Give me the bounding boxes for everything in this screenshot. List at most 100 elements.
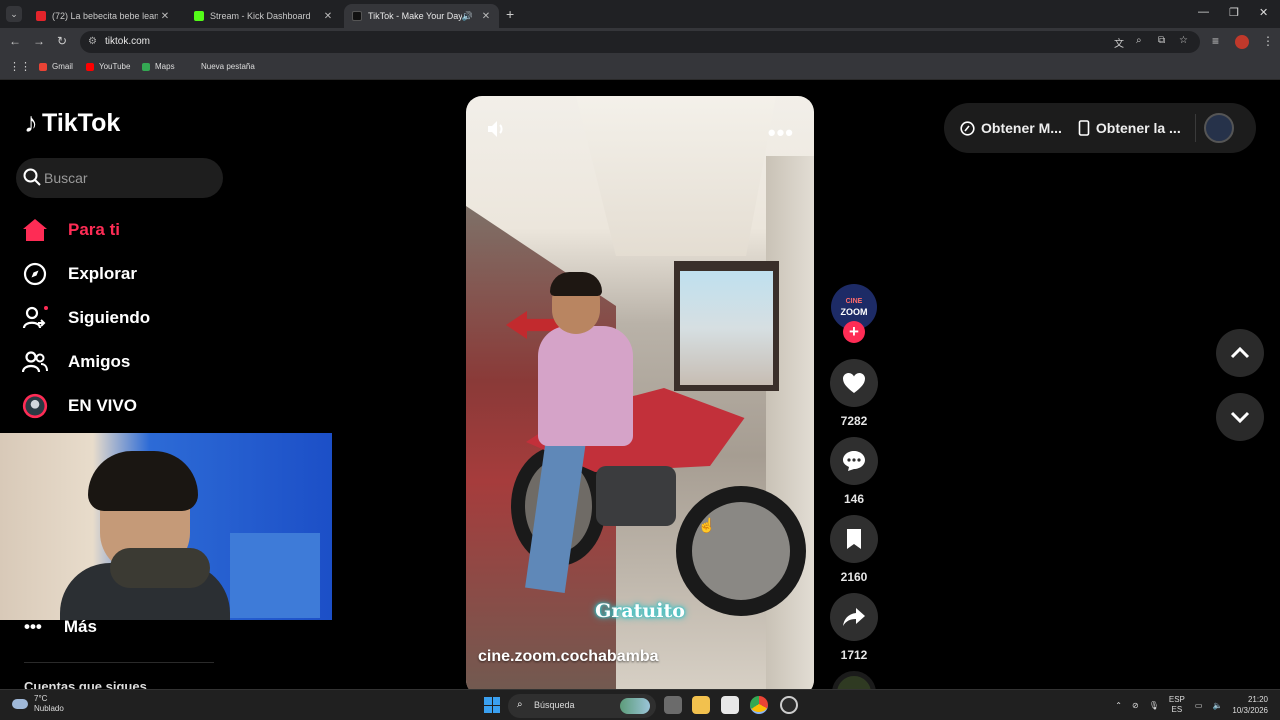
url-text: tiktok.com	[105, 36, 151, 47]
store-icon[interactable]	[721, 696, 739, 714]
media-control-icon[interactable]: ≡	[1212, 34, 1219, 48]
nav-label: Amigos	[68, 352, 131, 371]
bookmark-maps[interactable]: Maps	[142, 62, 175, 71]
search-input[interactable]: Buscar	[16, 158, 223, 198]
taskbar-search-placeholder: Búsqueda	[534, 700, 575, 710]
next-video-button[interactable]	[1216, 393, 1264, 441]
display-icon[interactable]: ▭	[1195, 701, 1203, 710]
avatar-text-line2: ZOOM	[840, 307, 868, 317]
profile-avatar-icon[interactable]	[1235, 35, 1249, 49]
music-disc-icon[interactable]	[832, 671, 876, 689]
like-button[interactable]	[830, 359, 878, 407]
network-off-icon[interactable]: ⊘	[1132, 701, 1139, 710]
install-app-icon[interactable]: ⧉	[1158, 35, 1165, 46]
close-tab-icon[interactable]: ✕	[321, 11, 335, 22]
video-scene-doorway	[674, 261, 779, 391]
clock[interactable]: 21:20 10/3/2026	[1232, 694, 1268, 716]
follow-plus-button[interactable]: +	[843, 321, 865, 343]
site-info-icon[interactable]: ⚙	[88, 36, 97, 47]
get-app-button[interactable]: Obtener la ...	[1062, 120, 1181, 136]
tiktok-note-icon: ♪	[24, 107, 38, 138]
tab-list-button[interactable]: ⌄	[6, 6, 22, 22]
video-scene-front-wheel	[676, 486, 806, 616]
following-accounts-heading: Cuentas que sigues	[24, 679, 147, 689]
nav-mas[interactable]: ••• Más	[24, 617, 97, 637]
weather-desc: Nublado	[34, 704, 64, 713]
video-scene-ceiling	[576, 96, 776, 256]
gmail-icon	[39, 62, 47, 71]
video-caption-overlay: Gratuito	[595, 600, 685, 622]
save-button[interactable]	[830, 515, 878, 563]
speaker-icon[interactable]: 🔈	[1212, 701, 1222, 710]
obs-icon[interactable]	[780, 696, 798, 714]
back-icon[interactable]: ←	[9, 34, 21, 48]
microphone-icon[interactable]: 🎙	[1149, 701, 1159, 710]
reload-icon[interactable]: ↻	[57, 34, 67, 48]
tiktok-favicon-icon	[352, 11, 362, 21]
new-tab-button[interactable]: +	[506, 6, 514, 22]
task-view-icon[interactable]	[664, 696, 682, 714]
webcam-overlay	[0, 433, 332, 620]
coin-icon	[960, 120, 975, 136]
heart-icon	[843, 373, 865, 393]
address-bar[interactable]: ⚙ tiktok.com 文 ⌕ ⧉ ☆	[80, 31, 1200, 53]
maximize-icon[interactable]: ❐	[1229, 6, 1239, 19]
bookmark-youtube[interactable]: YouTube	[86, 62, 130, 71]
browser-tab-3[interactable]: TikTok - Make Your Day 🔊 ✕	[344, 4, 499, 28]
divider	[1194, 114, 1196, 142]
video-more-options-icon[interactable]: •••	[768, 120, 794, 146]
following-icon	[22, 305, 48, 331]
get-coins-button[interactable]: Obtener M...	[944, 120, 1062, 136]
weather-widget[interactable]: 7°C Nublado	[12, 694, 64, 714]
bookmark-gmail[interactable]: Gmail	[39, 62, 73, 71]
windows-start-icon[interactable]	[484, 697, 500, 713]
profile-avatar[interactable]	[1203, 113, 1234, 143]
forward-icon[interactable]: →	[33, 34, 45, 48]
bookmark-star-icon[interactable]: ☆	[1179, 35, 1188, 46]
browser-tab-1[interactable]: (72) La bebecita bebe lean ; (Le ✕	[28, 4, 178, 28]
file-explorer-icon[interactable]	[692, 696, 710, 714]
share-button[interactable]	[830, 593, 878, 641]
nav-para-ti[interactable]: Para ti	[22, 215, 120, 245]
nav-en-vivo[interactable]: EN VIVO	[22, 391, 137, 421]
close-tab-icon[interactable]: ✕	[158, 11, 172, 22]
nav-explorar[interactable]: Explorar	[22, 259, 137, 289]
browser-tab-2[interactable]: Stream - Kick Dashboard ✕	[186, 4, 341, 28]
tiktok-logo[interactable]: ♪ TikTok	[24, 107, 120, 139]
nav-label: EN VIVO	[68, 396, 137, 415]
chevron-up-icon[interactable]: ⌃	[1115, 701, 1122, 710]
phone-icon	[1078, 120, 1090, 136]
video-player[interactable]: ••• Gratuito cine.zoom.cochabamba	[466, 96, 814, 689]
previous-video-button[interactable]	[1216, 329, 1264, 377]
tab-title: (72) La bebecita bebe lean ; (Le	[52, 11, 158, 21]
chrome-icon[interactable]	[750, 696, 768, 714]
volume-icon[interactable]	[486, 118, 508, 140]
search-placeholder: Buscar	[44, 170, 88, 186]
bookmark-label: Maps	[155, 62, 175, 71]
mouse-cursor-icon: ☝	[698, 517, 716, 533]
nav-amigos[interactable]: Amigos	[22, 347, 130, 377]
chevron-down-icon	[1230, 411, 1250, 423]
taskbar-search[interactable]: ⌕ Búsqueda	[508, 694, 656, 718]
apps-grid-icon[interactable]: ⋮⋮	[9, 60, 31, 73]
comment-button[interactable]	[830, 437, 878, 485]
video-scene-rider-hair	[550, 272, 602, 296]
translate-icon[interactable]: 文	[1114, 35, 1124, 50]
maps-icon	[142, 62, 150, 71]
lang-bottom: ES	[1171, 705, 1183, 714]
browser-menu-icon[interactable]: ⋮	[1262, 34, 1274, 48]
search-icon: ⌕	[517, 699, 523, 710]
language-indicator[interactable]: ESP ES	[1169, 695, 1185, 715]
bookmark-new-tab[interactable]: Nueva pestaña	[201, 62, 255, 71]
close-tab-icon[interactable]: ✕	[479, 11, 493, 22]
tab-title: TikTok - Make Your Day	[368, 11, 462, 21]
close-window-icon[interactable]: ✕	[1259, 6, 1268, 19]
video-author[interactable]: cine.zoom.cochabamba	[478, 648, 659, 666]
zoom-icon[interactable]: ⌕	[1136, 35, 1142, 46]
nav-siguiendo[interactable]: Siguiendo	[22, 303, 150, 333]
cloud-icon	[12, 699, 28, 709]
lang-top: ESP	[1168, 695, 1185, 704]
minimize-icon[interactable]: —	[1198, 6, 1209, 18]
audio-playing-icon[interactable]: 🔊	[462, 11, 473, 22]
bookmark-icon	[847, 529, 861, 549]
